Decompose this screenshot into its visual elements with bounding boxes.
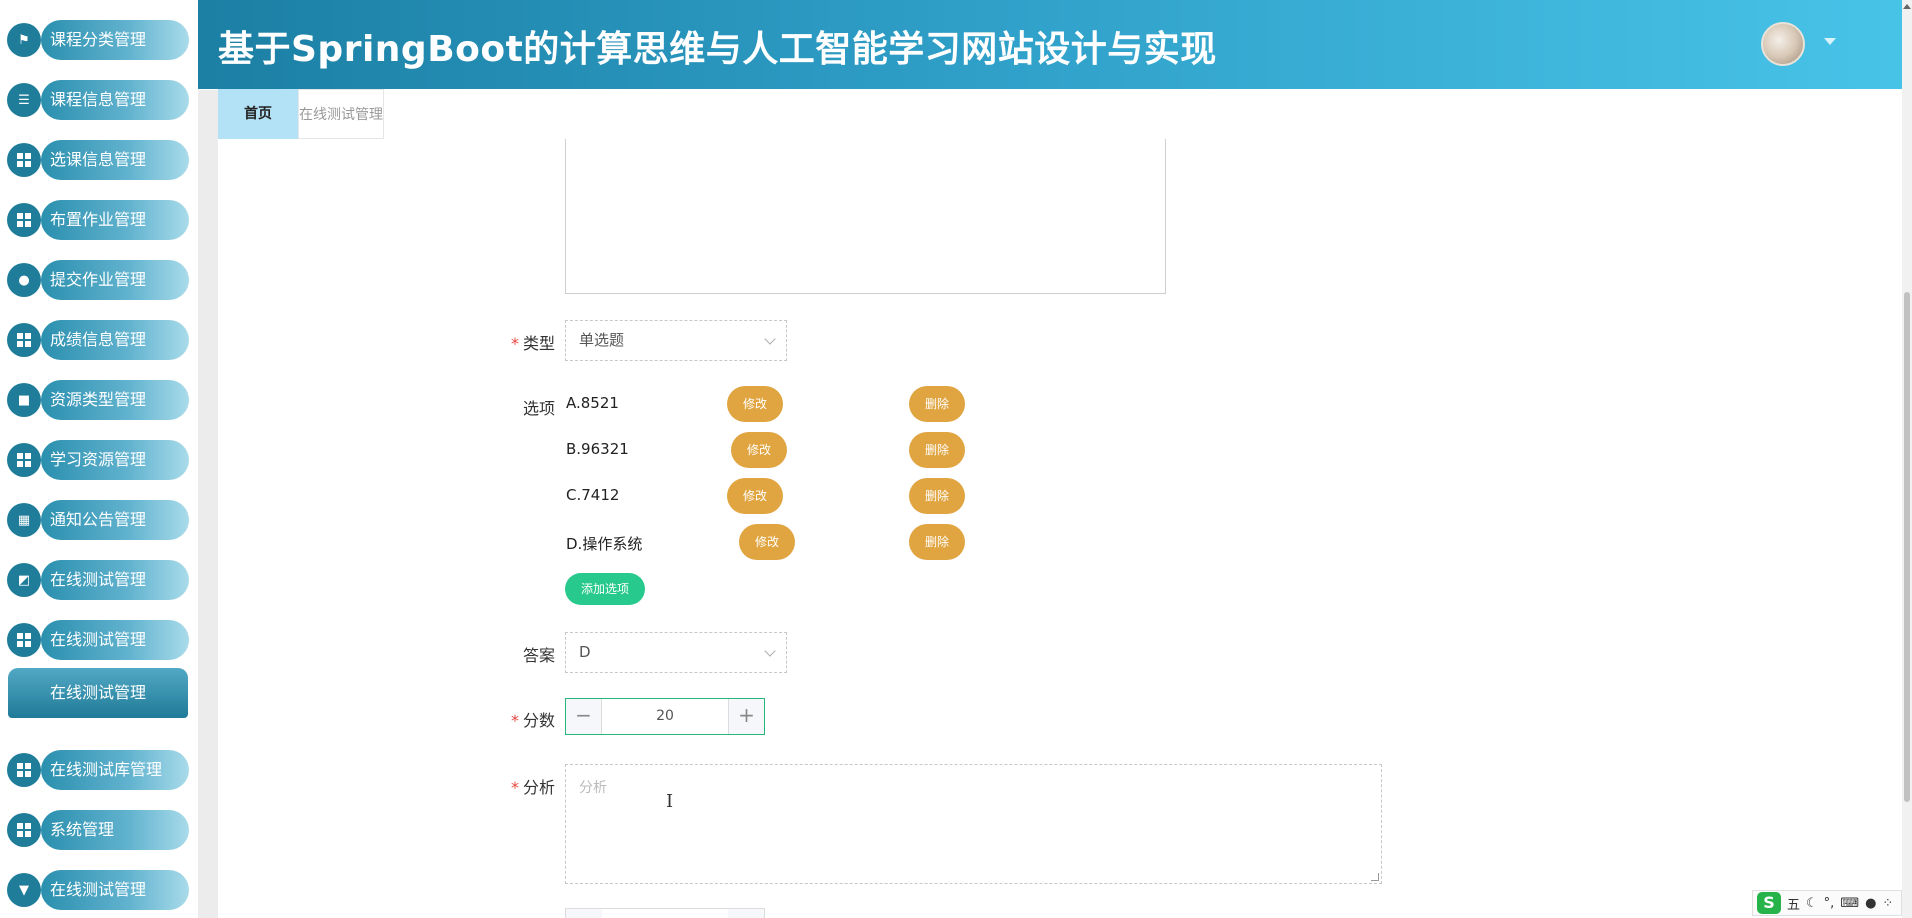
briefcase-icon: ■ xyxy=(7,383,41,417)
tab-home[interactable]: 首页 xyxy=(218,89,298,139)
grid-icon xyxy=(7,813,41,847)
grid-icon xyxy=(7,753,41,787)
flag-icon: ⚑ xyxy=(7,23,41,57)
vertical-scrollbar[interactable] xyxy=(1902,0,1912,918)
type-select-value: 单选题 xyxy=(579,331,625,349)
edit-option-button[interactable]: 修改 xyxy=(731,432,787,468)
analysis-textarea[interactable]: 分析 xyxy=(565,764,1382,884)
user-icon: ● xyxy=(7,263,41,297)
sidebar-item-label: 在线测试管理 xyxy=(41,870,189,910)
sidebar-item-label: 系统管理 xyxy=(41,810,189,850)
content-left-border xyxy=(198,90,218,918)
sidebar-item-course-info[interactable]: ☰ 课程信息管理 xyxy=(7,80,189,120)
score-input[interactable]: 20 xyxy=(602,699,728,734)
decrement-button[interactable] xyxy=(566,909,602,918)
partial-stepper[interactable] xyxy=(565,908,765,918)
sidebar-subitem-online-test-active[interactable]: 在线测试管理 xyxy=(8,668,188,718)
answer-select[interactable]: D xyxy=(565,632,787,673)
chevron-down-icon xyxy=(764,645,776,657)
edit-option-button[interactable]: 修改 xyxy=(739,524,795,560)
delete-option-button[interactable]: 删除 xyxy=(909,478,965,514)
analysis-placeholder: 分析 xyxy=(579,780,607,796)
sidebar-item-resource-type[interactable]: ■ 资源类型管理 xyxy=(7,380,189,420)
sidebar-item-notices[interactable]: ▦ 通知公告管理 xyxy=(7,500,189,540)
ime-logo-icon[interactable]: S xyxy=(1757,892,1781,914)
delete-option-button[interactable]: 删除 xyxy=(909,524,965,560)
ime-mode[interactable]: 五 xyxy=(1787,894,1800,913)
delete-option-button[interactable]: 删除 xyxy=(909,432,965,468)
sidebar-item-assign-homework[interactable]: 布置作业管理 xyxy=(7,200,189,240)
avatar[interactable] xyxy=(1761,22,1805,66)
sidebar-item-learning-resources[interactable]: 学习资源管理 xyxy=(7,440,189,480)
top-header: 基于SpringBoot的计算思维与人工智能学习网站设计与实现 xyxy=(198,0,1902,89)
sidebar-item-test-bank[interactable]: 在线测试库管理 xyxy=(7,750,189,790)
increment-button[interactable]: + xyxy=(728,699,764,734)
sidebar-item-grades[interactable]: 成绩信息管理 xyxy=(7,320,189,360)
table-icon: ▦ xyxy=(7,503,41,537)
ime-toolbar: S 五 ☾ °, ⌨ ● ⁘ xyxy=(1752,890,1902,916)
chart-icon: ◩ xyxy=(7,563,41,597)
sidebar-item-submit-homework[interactable]: ● 提交作业管理 xyxy=(7,260,189,300)
increment-button[interactable] xyxy=(728,909,764,918)
keyboard-icon[interactable]: ⌨ xyxy=(1840,896,1859,911)
type-label: * 类型 xyxy=(510,334,555,353)
punct-icon[interactable]: °, xyxy=(1824,896,1835,911)
grid-icon xyxy=(7,623,41,657)
sidebar-item-online-test-1[interactable]: ◩ 在线测试管理 xyxy=(7,560,189,600)
sidebar-item-label: 通知公告管理 xyxy=(41,500,189,540)
list-icon: ☰ xyxy=(7,83,41,117)
sidebar-item-label: 成绩信息管理 xyxy=(41,320,189,360)
tab-online-test[interactable]: 在线测试管理 xyxy=(298,89,384,139)
options-label: 选项 xyxy=(522,399,555,418)
delete-option-button[interactable]: 删除 xyxy=(909,386,965,422)
sidebar-item-label: 选课信息管理 xyxy=(41,140,189,180)
sidebar-item-label: 学习资源管理 xyxy=(41,440,189,480)
add-option-button[interactable]: 添加选项 xyxy=(565,573,645,605)
score-label: * 分数 xyxy=(510,711,555,730)
grid-icon xyxy=(7,143,41,177)
option-text: D.操作系统 xyxy=(566,535,643,553)
grid-icon xyxy=(7,443,41,477)
option-text: A.8521 xyxy=(566,394,619,412)
sidebar: ⚑ 课程分类管理 ☰ 课程信息管理 选课信息管理 布置作业管理 ● 提交作业管理… xyxy=(0,0,198,918)
edit-option-button[interactable]: 修改 xyxy=(727,386,783,422)
chevron-down-icon[interactable] xyxy=(1824,38,1836,45)
page-title: 基于SpringBoot的计算思维与人工智能学习网站设计与实现 xyxy=(218,29,1217,70)
sidebar-item-label: 课程信息管理 xyxy=(41,80,189,120)
content-textarea[interactable] xyxy=(565,139,1166,294)
type-select[interactable]: 单选题 xyxy=(565,320,787,361)
answer-select-value: D xyxy=(579,643,591,661)
sidebar-item-label: 在线测试管理 xyxy=(41,620,189,660)
sidebar-item-course-selection[interactable]: 选课信息管理 xyxy=(7,140,189,180)
edit-option-button[interactable]: 修改 xyxy=(727,478,783,514)
scroll-up-arrow-icon[interactable] xyxy=(1903,4,1911,9)
answer-label: 答案 xyxy=(522,646,555,665)
score-stepper[interactable]: − 20 + xyxy=(565,698,765,735)
sidebar-item-label: 在线测试库管理 xyxy=(41,750,189,790)
option-text: B.96321 xyxy=(566,440,629,458)
option-text: C.7412 xyxy=(566,486,620,504)
sidebar-item-system[interactable]: 系统管理 xyxy=(7,810,189,850)
grid-icon xyxy=(7,203,41,237)
sidebar-item-online-test-2[interactable]: 在线测试管理 xyxy=(7,620,189,660)
sidebar-item-label: 在线测试管理 xyxy=(41,560,189,600)
decrement-button[interactable]: − xyxy=(566,699,602,734)
sidebar-item-online-test-3[interactable]: ▼ 在线测试管理 xyxy=(7,870,189,910)
sidebar-item-label: 课程分类管理 xyxy=(41,20,189,60)
analysis-label: * 分析 xyxy=(510,778,555,797)
sidebar-item-label: 布置作业管理 xyxy=(41,200,189,240)
user-icon[interactable]: ● xyxy=(1865,896,1876,911)
scrollbar-thumb[interactable] xyxy=(1904,292,1910,802)
sidebar-item-label: 提交作业管理 xyxy=(41,260,189,300)
text-cursor-icon: I xyxy=(666,791,674,812)
sidebar-item-label: 资源类型管理 xyxy=(41,380,189,420)
chevron-down-icon xyxy=(764,333,776,345)
moon-icon[interactable]: ☾ xyxy=(1806,896,1818,911)
resize-handle-icon[interactable] xyxy=(1371,873,1379,881)
pin-icon: ▼ xyxy=(7,873,41,907)
sidebar-item-course-category[interactable]: ⚑ 课程分类管理 xyxy=(7,20,189,60)
grid-icon xyxy=(7,323,41,357)
grid-icon[interactable]: ⁘ xyxy=(1882,896,1893,911)
